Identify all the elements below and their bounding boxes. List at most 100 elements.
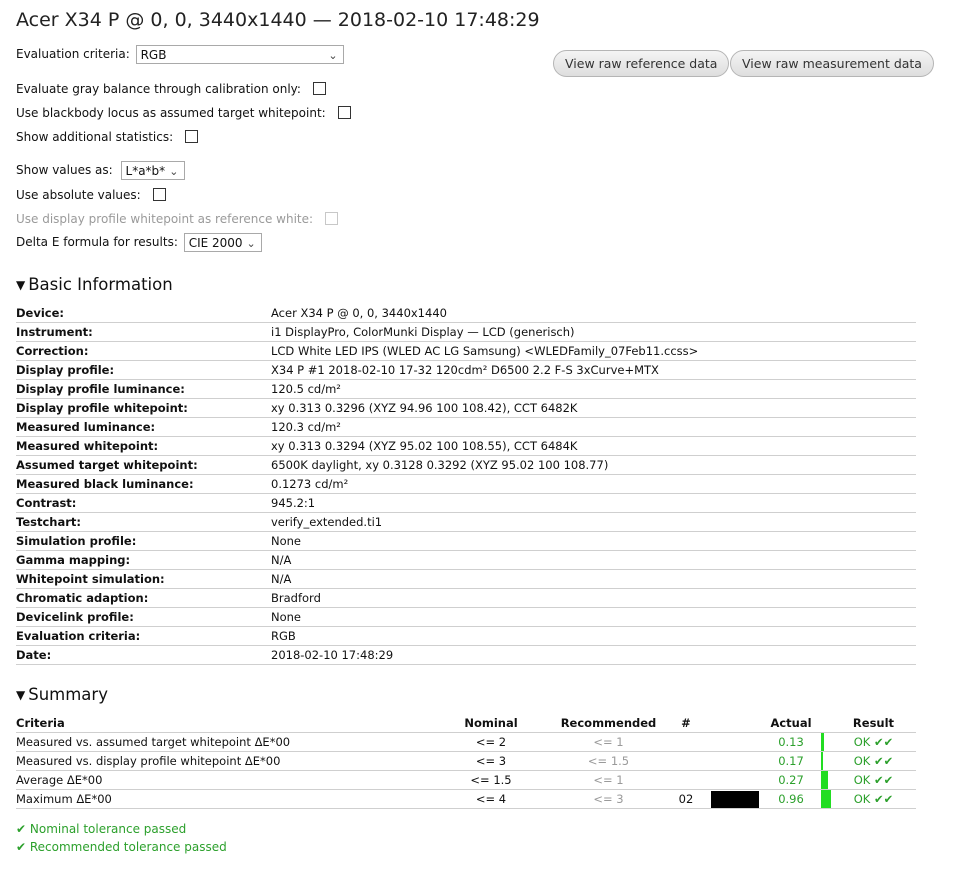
evaluation-criteria-select[interactable]: RGB ⌄ bbox=[135, 45, 344, 64]
chevron-down-icon: ⌄ bbox=[169, 165, 179, 178]
number-cell bbox=[661, 732, 711, 752]
info-key: Measured luminance: bbox=[16, 417, 271, 437]
result-cell-text: OK ✔✔ bbox=[853, 792, 894, 806]
show-values-value: L*a*b* bbox=[125, 164, 166, 178]
gray-balance-row: Evaluate gray balance through calibratio… bbox=[16, 82, 326, 96]
info-key: Measured whitepoint: bbox=[16, 436, 271, 456]
summary-row: Average ΔE*00 <= 1.5 <= 1 0.27 OK ✔✔ bbox=[16, 770, 916, 790]
info-row: Simulation profile: None bbox=[16, 531, 916, 551]
show-values-select[interactable]: L*a*b* ⌄ bbox=[120, 161, 185, 180]
color-swatch bbox=[711, 790, 759, 808]
criteria-cell-text: Maximum ΔE*00 bbox=[16, 792, 112, 806]
number-header: # bbox=[661, 714, 711, 733]
info-key: Display profile luminance: bbox=[16, 379, 271, 399]
info-key: Device: bbox=[16, 304, 271, 323]
info-row: Measured luminance: 120.3 cd/m² bbox=[16, 417, 916, 437]
bar-cell bbox=[821, 751, 831, 771]
nominal-header: Nominal bbox=[426, 714, 556, 733]
gray-balance-label: Evaluate gray balance through calibratio… bbox=[16, 82, 301, 96]
info-key: Whitepoint simulation: bbox=[16, 569, 271, 589]
display-whitepoint-row: Use display profile whitepoint as refere… bbox=[16, 212, 338, 226]
display-whitepoint-checkbox bbox=[324, 212, 338, 225]
show-values-row: Show values as: L*a*b* ⌄ bbox=[16, 161, 185, 180]
view-raw-reference-button[interactable]: View raw reference data bbox=[553, 50, 730, 77]
additional-stats-row: Show additional statistics: bbox=[16, 130, 198, 144]
nominal-passed-text: ✔ Nominal tolerance passed bbox=[16, 822, 187, 836]
nominal-cell: <= 3 bbox=[426, 751, 556, 771]
summary-row: Maximum ΔE*00 <= 4 <= 3 02 0.96 OK ✔✔ bbox=[16, 789, 916, 809]
number-cell-text: 02 bbox=[678, 792, 694, 806]
info-row: Display profile luminance: 120.5 cd/m² bbox=[16, 379, 916, 399]
actual-cell-text: 0.27 bbox=[778, 773, 804, 787]
info-row: Display profile: X34 P #1 2018-02-10 17-3… bbox=[16, 360, 916, 380]
actual-cell: 0.17 bbox=[761, 751, 821, 771]
blackbody-label: Use blackbody locus as assumed target wh… bbox=[16, 106, 326, 120]
absolute-values-checkbox[interactable] bbox=[152, 188, 166, 201]
delta-e-row: Delta E formula for results: CIE 2000 ⌄ bbox=[16, 233, 262, 252]
recommended-cell-text: <= 1 bbox=[593, 735, 624, 749]
info-value: None bbox=[271, 607, 916, 627]
info-value: Acer X34 P @ 0, 0, 3440x1440 bbox=[271, 304, 916, 323]
info-key: Devicelink profile: bbox=[16, 607, 271, 627]
additional-stats-label: Show additional statistics: bbox=[16, 130, 174, 144]
delta-e-bar bbox=[821, 752, 823, 770]
info-row: Assumed target whitepoint: 6500K daylight… bbox=[16, 455, 916, 475]
recommended-cell-text: <= 1.5 bbox=[587, 754, 630, 768]
gray-balance-checkbox[interactable] bbox=[312, 82, 326, 95]
info-row: Measured black luminance: 0.1273 cd/m² bbox=[16, 474, 916, 494]
info-key: Measured black luminance: bbox=[16, 474, 271, 494]
criteria-cell-text: Measured vs. assumed target whitepoint Δ… bbox=[16, 735, 291, 749]
result-cell: OK ✔✔ bbox=[831, 732, 916, 752]
nominal-cell: <= 1.5 bbox=[426, 770, 556, 790]
info-value: N/A bbox=[271, 550, 916, 570]
summary-heading[interactable]: ▼ Summary bbox=[16, 685, 108, 704]
blackbody-row: Use blackbody locus as assumed target wh… bbox=[16, 106, 351, 120]
result-header: Result bbox=[831, 714, 916, 733]
summary-header-row: Criteria Nominal Recommended # Actual Re… bbox=[16, 714, 916, 733]
info-value: i1 DisplayPro, ColorMunki Display — LCD … bbox=[271, 322, 916, 342]
delta-e-bar bbox=[821, 733, 824, 751]
info-value: RGB bbox=[271, 626, 916, 646]
info-row: Testchart: verify_extended.ti1 bbox=[16, 512, 916, 532]
info-key: Contrast: bbox=[16, 493, 271, 513]
criteria-cell-text: Average ΔE*00 bbox=[16, 773, 103, 787]
swatch-cell bbox=[711, 770, 761, 790]
actual-cell-text: 0.13 bbox=[778, 735, 804, 749]
actual-cell: 0.96 bbox=[761, 789, 821, 809]
info-value: None bbox=[271, 531, 916, 551]
info-value: xy 0.313 0.3294 (XYZ 95.02 100 108.55), … bbox=[271, 436, 916, 456]
view-raw-measurement-button[interactable]: View raw measurement data bbox=[730, 50, 934, 77]
info-value: 945.2:1 bbox=[271, 493, 916, 513]
info-row: Chromatic adaption: Bradford bbox=[16, 588, 916, 608]
delta-e-select[interactable]: CIE 2000 ⌄ bbox=[183, 233, 262, 252]
info-value: 120.3 cd/m² bbox=[271, 417, 916, 437]
swatch-header bbox=[711, 714, 761, 733]
info-row: Correction: LCD White LED IPS (WLED AC LG… bbox=[16, 341, 916, 361]
info-key: Testchart: bbox=[16, 512, 271, 532]
additional-stats-checkbox[interactable] bbox=[184, 130, 198, 143]
recommended-passed-text: ✔ Recommended tolerance passed bbox=[16, 840, 227, 854]
bar-header bbox=[821, 714, 831, 733]
basic-information-heading[interactable]: ▼ Basic Information bbox=[16, 275, 173, 294]
info-value: verify_extended.ti1 bbox=[271, 512, 916, 532]
number-cell bbox=[661, 770, 711, 790]
recommended-cell: <= 1 bbox=[556, 732, 661, 752]
info-value: 6500K daylight, xy 0.3128 0.3292 (XYZ 95… bbox=[271, 455, 916, 475]
result-cell-text: OK ✔✔ bbox=[853, 735, 894, 749]
criteria-cell: Average ΔE*00 bbox=[16, 770, 426, 790]
result-cell: OK ✔✔ bbox=[831, 789, 916, 809]
collapse-triangle-icon: ▼ bbox=[16, 688, 26, 702]
blackbody-checkbox[interactable] bbox=[337, 106, 351, 119]
actual-cell-text: 0.17 bbox=[778, 754, 804, 768]
chevron-down-icon: ⌄ bbox=[246, 237, 256, 250]
info-key: Simulation profile: bbox=[16, 531, 271, 551]
summary-row: Measured vs. display profile whitepoint … bbox=[16, 751, 916, 771]
bar-cell bbox=[821, 789, 831, 809]
info-key: Display profile: bbox=[16, 360, 271, 380]
evaluation-criteria-value: RGB bbox=[140, 48, 167, 62]
actual-cell-text: 0.96 bbox=[778, 792, 804, 806]
absolute-values-label: Use absolute values: bbox=[16, 188, 141, 202]
bar-cell bbox=[821, 770, 831, 790]
info-key: Chromatic adaption: bbox=[16, 588, 271, 608]
info-value: 0.1273 cd/m² bbox=[271, 474, 916, 494]
